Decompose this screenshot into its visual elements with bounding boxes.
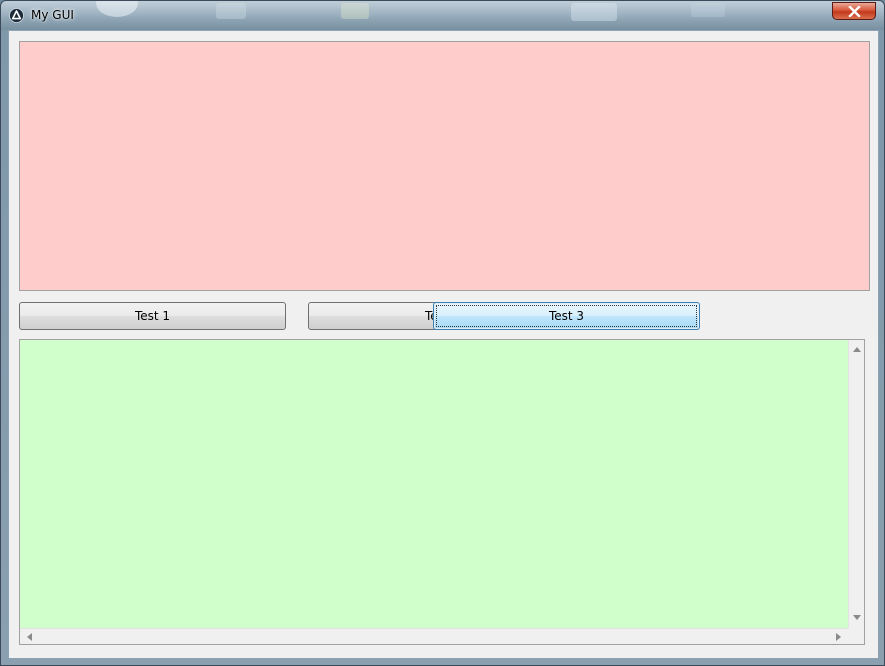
scroll-right-arrow-icon (836, 633, 841, 641)
scroll-left-button[interactable] (22, 629, 38, 645)
vertical-scrollbar[interactable] (848, 340, 864, 628)
scroll-down-arrow-icon (853, 615, 861, 620)
scroll-down-button[interactable] (849, 610, 865, 626)
bottom-panel-content (20, 340, 848, 628)
test-1-button[interactable]: Test 1 (19, 302, 286, 330)
scroll-right-button[interactable] (830, 629, 846, 645)
test-3-button[interactable]: Test 3 (433, 302, 700, 330)
close-icon (848, 6, 861, 17)
scroll-up-arrow-icon (853, 347, 861, 352)
horizontal-scrollbar[interactable] (20, 628, 848, 644)
scroll-left-arrow-icon (27, 633, 32, 641)
scrollbar-corner (848, 628, 864, 644)
test-1-button-label: Test 1 (134, 309, 171, 323)
bottom-scroll-panel[interactable] (19, 339, 865, 645)
close-button[interactable] (832, 2, 876, 20)
scroll-up-button[interactable] (849, 342, 865, 358)
title-bar[interactable] (1, 1, 884, 30)
window-title: My GUI (31, 8, 74, 22)
focus-ring (436, 305, 697, 327)
client-area: Test 1 Test 2 Test 3 (8, 30, 879, 659)
top-panel (19, 41, 870, 291)
autoit-icon (9, 8, 24, 23)
app-window: My GUI Test 1 Test 2 Test 3 (0, 0, 885, 666)
